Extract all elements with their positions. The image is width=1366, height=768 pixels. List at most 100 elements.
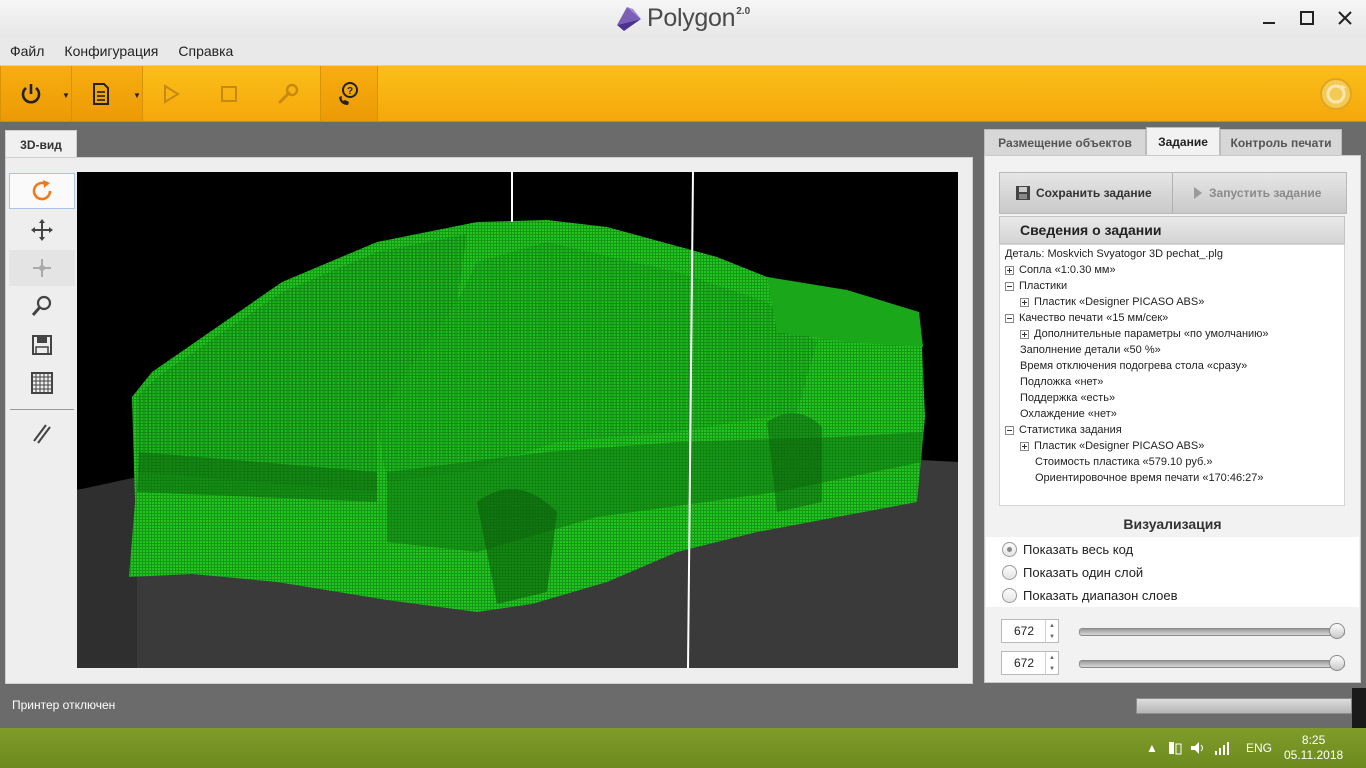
job-info-header: Сведения о задании bbox=[999, 216, 1345, 244]
stop-button[interactable] bbox=[200, 66, 258, 121]
title-bar: Polygon 2.0 bbox=[0, 0, 1366, 37]
wrench-icon bbox=[278, 83, 299, 103]
volume-icon bbox=[1191, 742, 1203, 754]
tree-nozzles[interactable]: Сопла «1:0.30 мм» bbox=[1005, 262, 1116, 278]
maximize-icon bbox=[1300, 11, 1314, 25]
network-icon[interactable] bbox=[1214, 728, 1230, 768]
radio-show-one-layer[interactable]: Показать один слой bbox=[1002, 561, 1143, 583]
layer-to-slider-thumb[interactable] bbox=[1329, 655, 1345, 671]
status-corner bbox=[1352, 688, 1366, 728]
file-button[interactable]: ▼ bbox=[71, 66, 143, 121]
tree-label: Качество печати «15 мм/сек» bbox=[1019, 312, 1169, 324]
network-icon bbox=[1215, 742, 1229, 755]
start-button[interactable] bbox=[142, 66, 200, 121]
zoom-icon bbox=[31, 295, 52, 316]
tree-statistics[interactable]: Статистика задания bbox=[1005, 422, 1122, 438]
tray-up-arrow-icon[interactable]: ▲ bbox=[1146, 728, 1158, 768]
play-icon bbox=[164, 83, 180, 104]
pan-tool[interactable] bbox=[9, 250, 75, 286]
settings-button[interactable] bbox=[258, 66, 318, 121]
play-icon bbox=[1194, 187, 1202, 199]
polygon-logo-icon bbox=[617, 7, 641, 31]
support-button[interactable]: ? bbox=[320, 66, 378, 121]
support-icon: ? bbox=[339, 81, 358, 105]
move-tool[interactable] bbox=[9, 212, 75, 248]
expand-icon[interactable] bbox=[1020, 441, 1029, 451]
close-button[interactable] bbox=[1332, 6, 1358, 30]
tree-extra-params[interactable]: Дополнительные параметры «по умолчанию» bbox=[1020, 326, 1269, 342]
collapse-icon[interactable] bbox=[1005, 425, 1014, 435]
power-dropdown-icon[interactable]: ▼ bbox=[62, 91, 70, 100]
expand-icon[interactable] bbox=[1020, 329, 1029, 339]
floppy-icon bbox=[1016, 186, 1030, 200]
radio-button[interactable] bbox=[1002, 564, 1017, 580]
collapse-icon[interactable] bbox=[1005, 313, 1014, 323]
tree-plastic[interactable]: Пластик «Designer PICASO ABS» bbox=[1020, 294, 1204, 310]
radio-show-layer-range[interactable]: Показать диапазон слоев bbox=[1002, 584, 1178, 606]
stepper-arrows-icon[interactable]: ▲ ▼ bbox=[1045, 620, 1058, 642]
zoom-tool[interactable] bbox=[9, 288, 75, 324]
minimize-button[interactable] bbox=[1256, 6, 1282, 30]
tab-job[interactable]: Задание bbox=[1146, 127, 1220, 155]
main-area: 3D-вид Размещение объектов Задание Контр… bbox=[0, 122, 1366, 688]
tray-device-icon[interactable] bbox=[1168, 728, 1182, 768]
progress-bar bbox=[1136, 698, 1352, 714]
radio-button[interactable] bbox=[1002, 587, 1017, 603]
input-language[interactable]: ENG bbox=[1246, 728, 1272, 768]
menu-configuration[interactable]: Конфигурация bbox=[54, 43, 168, 59]
tree-label: Дополнительные параметры «по умолчанию» bbox=[1034, 328, 1269, 340]
3d-viewport[interactable] bbox=[77, 172, 958, 668]
move-icon bbox=[31, 219, 53, 241]
layer-from-slider-thumb[interactable] bbox=[1329, 623, 1345, 639]
menu-help[interactable]: Справка bbox=[168, 43, 243, 59]
tab-3d-view[interactable]: 3D-вид bbox=[5, 130, 77, 158]
tree-label: Пластик «Designer PICASO ABS» bbox=[1034, 296, 1205, 308]
volume-icon[interactable] bbox=[1190, 728, 1206, 768]
tree-label: Статистика задания bbox=[1019, 424, 1122, 436]
menu-file[interactable]: Файл bbox=[0, 43, 54, 59]
run-job-button[interactable]: Запустить задание bbox=[1173, 173, 1346, 213]
layer-to-value: 672 bbox=[1014, 656, 1035, 670]
app-name: Polygon bbox=[647, 3, 736, 32]
close-icon bbox=[1338, 11, 1352, 25]
layer-to-slider[interactable] bbox=[1079, 660, 1345, 668]
stop-icon bbox=[221, 85, 237, 102]
clock[interactable]: 8:25 05.11.2018 bbox=[1284, 728, 1343, 768]
save-job-button[interactable]: Сохранить задание bbox=[1000, 173, 1173, 213]
sync-button[interactable] bbox=[1316, 66, 1356, 121]
tab-print-control[interactable]: Контроль печати bbox=[1220, 129, 1342, 155]
clock-time: 8:25 bbox=[1301, 733, 1326, 747]
maximize-button[interactable] bbox=[1294, 6, 1320, 30]
document-icon bbox=[93, 82, 109, 105]
radio-label: Показать весь код bbox=[1023, 541, 1134, 557]
section-tool[interactable] bbox=[9, 415, 75, 451]
radio-show-all[interactable]: Показать весь код bbox=[1002, 538, 1133, 560]
radio-button[interactable] bbox=[1002, 541, 1017, 557]
rotate-tool[interactable] bbox=[9, 173, 75, 209]
expand-icon[interactable] bbox=[1020, 297, 1029, 307]
tree-plastics[interactable]: Пластики bbox=[1005, 278, 1067, 294]
layer-from-slider[interactable] bbox=[1079, 628, 1345, 636]
layer-to-stepper[interactable]: 672 ▲ ▼ bbox=[1001, 651, 1059, 675]
rotate-icon bbox=[32, 180, 52, 201]
power-icon bbox=[21, 83, 41, 103]
job-panel: Размещение объектов Задание Контроль печ… bbox=[984, 127, 1361, 685]
os-taskbar: ▲ ENG 8:25 05.11.2018 bbox=[0, 728, 1366, 768]
tree-quality[interactable]: Качество печати «15 мм/сек» bbox=[1005, 310, 1168, 326]
tree-label: Пластик «Designer PICASO ABS» bbox=[1034, 440, 1205, 452]
status-bar: Принтер отключен bbox=[0, 688, 1366, 728]
tree-infill: Заполнение детали «50 %» bbox=[1020, 344, 1161, 356]
app-version: 2.0 bbox=[736, 5, 751, 17]
file-dropdown-icon[interactable]: ▼ bbox=[133, 91, 141, 100]
collapse-icon[interactable] bbox=[1005, 281, 1014, 291]
tree-stat-plastic[interactable]: Пластик «Designer PICASO ABS» bbox=[1020, 438, 1204, 454]
svg-text:?: ? bbox=[347, 86, 353, 97]
grid-tool[interactable] bbox=[9, 365, 75, 401]
run-job-label: Запустить задание bbox=[1209, 186, 1322, 200]
tab-placement[interactable]: Размещение объектов bbox=[984, 129, 1146, 155]
layer-from-stepper[interactable]: 672 ▲ ▼ bbox=[1001, 619, 1059, 643]
stepper-arrows-icon[interactable]: ▲ ▼ bbox=[1045, 652, 1058, 674]
save-view-tool[interactable] bbox=[9, 327, 75, 363]
expand-icon[interactable] bbox=[1005, 265, 1014, 275]
power-button[interactable]: ▼ bbox=[0, 66, 72, 121]
